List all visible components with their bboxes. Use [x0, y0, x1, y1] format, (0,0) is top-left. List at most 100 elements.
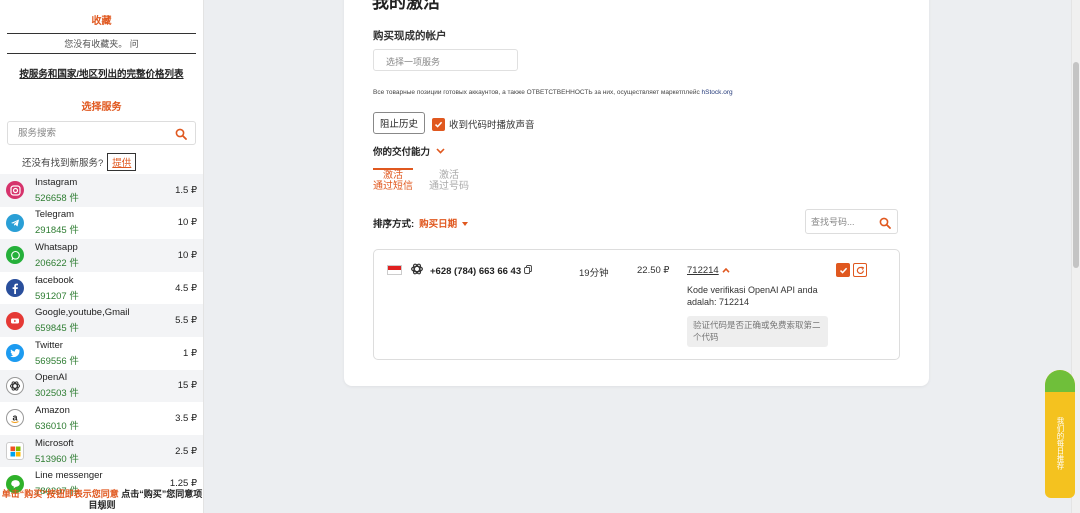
delivery-ability-toggle[interactable]: 你的交付能力 — [373, 144, 445, 158]
select-service-title: 选择服务 — [81, 102, 122, 113]
service-list: Instagram 526658 件 1.5 ₽ Telegram 291845 件… — [0, 174, 203, 500]
activation-tabs: 激活 通过短信 激活 通过号码 — [373, 168, 469, 192]
openai-icon — [6, 376, 24, 395]
svg-text:a: a — [12, 413, 18, 423]
marketplace-notice: Все товарные позиции готовых аккаунтов, … — [373, 89, 733, 96]
refresh-icon[interactable] — [853, 263, 867, 277]
tab-number-activation[interactable]: 激活 通过号码 — [429, 170, 469, 192]
amazon-icon: a — [6, 409, 24, 428]
search-icon[interactable] — [879, 216, 891, 234]
activations-card: 我的激活 购买现成的帐户 选择一项服务 Все товарные позиции… — [344, 0, 929, 386]
chevron-down-icon — [436, 146, 445, 157]
legal-notice-orange: 单击“购买”按钮即表示您同意 — [1, 489, 119, 499]
service-item-whatsapp[interactable]: Whatsapp 206622 件 10 ₽ — [0, 239, 203, 272]
sort-label: 排序方式: — [373, 219, 415, 230]
checkbox-checked-icon[interactable] — [432, 117, 445, 131]
service-name: Amazon — [35, 404, 70, 416]
service-price: 1.25 ₽ — [169, 478, 197, 490]
service-item-amazon[interactable]: a Amazon 636010 件 3.5 ₽ — [0, 402, 203, 435]
phone-number: +628 (784) 663 66 43 — [430, 265, 532, 277]
service-price: 1 ₽ — [183, 347, 197, 359]
block-history-button[interactable]: 阻止历史 — [373, 112, 426, 134]
price-list-link[interactable]: 按服务和国家/地区列出的完整价格列表 — [0, 66, 203, 80]
service-item-openai[interactable]: OpenAI 302503 件 15 ₽ — [0, 369, 203, 403]
activation-price: 22.50 ₽ — [637, 265, 670, 276]
service-price: 15 ₽ — [177, 380, 197, 392]
buy-account-title: 购买现成的帐户 — [373, 30, 447, 42]
microsoft-icon — [6, 442, 24, 461]
ability-label: 你的交付能力 — [373, 147, 431, 158]
twitter-icon — [6, 344, 24, 363]
instagram-icon — [6, 181, 24, 200]
caret-down-icon[interactable] — [462, 218, 469, 229]
sound-label: 收到代码时播放声音 — [449, 120, 535, 131]
favorites-empty-text: 您没有收藏夹。 问 — [7, 33, 196, 54]
sidebar: 收藏 您没有收藏夹。 问 按服务和国家/地区列出的完整价格列表 选择服务 还没有… — [0, 0, 204, 513]
tab-line2: 通过短信 — [373, 181, 413, 192]
service-name: Twitter — [35, 339, 63, 351]
phone-number-text: +628 (784) 663 66 43 — [430, 265, 522, 277]
service-name: Whatsapp — [35, 241, 78, 253]
activation-code[interactable]: 712214 — [687, 265, 730, 276]
service-count: 291845 件 — [35, 225, 79, 237]
suggest-service-button[interactable]: 提供 — [107, 153, 137, 171]
openai-icon — [410, 262, 424, 281]
service-price: 1.5 ₽ — [175, 184, 197, 196]
leaf-icon — [1045, 370, 1075, 392]
service-name: facebook — [35, 274, 74, 286]
notice-link[interactable]: hStock.org — [702, 89, 733, 96]
scrollbar-thumb[interactable] — [1073, 62, 1079, 268]
widget-text: 我们的每日推荐 — [1056, 416, 1065, 470]
daily-recommend-widget[interactable]: 我们的每日推荐 — [1045, 370, 1075, 498]
search-icon[interactable] — [175, 127, 187, 145]
service-count: 591207 件 — [35, 290, 79, 302]
facebook-icon — [6, 279, 24, 298]
sms-text: Kode verifikasi OpenAI API anda adalah: … — [687, 285, 818, 307]
service-name: Google,youtube,Gmail — [35, 307, 130, 319]
service-price: 10 ₽ — [177, 249, 197, 261]
number-search-box — [805, 209, 898, 234]
service-price: 2.5 ₽ — [175, 445, 197, 457]
confirm-check-icon[interactable] — [836, 263, 850, 277]
service-item-instagram[interactable]: Instagram 526658 件 1.5 ₽ — [0, 174, 203, 207]
service-price: 5.5 ₽ — [175, 315, 197, 327]
telegram-icon — [6, 213, 24, 232]
activation-code-text: 712214 — [687, 265, 719, 276]
activation-duration: 19分钟 — [579, 268, 609, 279]
service-item-google[interactable]: Google,youtube,Gmail 659845 件 5.5 ₽ — [0, 304, 203, 337]
legal-notice: 单击“购买”按钮即表示您同意 点击“购买”您同意项目规则 — [0, 489, 203, 511]
favorites-title: 收藏 — [91, 16, 112, 27]
service-price: 10 ₽ — [177, 217, 197, 229]
notice-text: Все товарные позиции готовых аккаунтов, … — [373, 89, 700, 96]
not-found-row: 还没有找到新服务? 提供 — [22, 153, 203, 171]
sort-dropdown[interactable]: 购买日期 — [419, 216, 457, 230]
youtube-icon — [6, 311, 24, 330]
whatsapp-icon — [6, 246, 24, 265]
tab-line2: 通过号码 — [429, 181, 469, 192]
service-item-facebook[interactable]: facebook 591207 件 4.5 ₽ — [0, 272, 203, 305]
sort-control: 排序方式: 购买日期 — [373, 216, 469, 230]
tab-line1: 激活 — [383, 170, 403, 181]
service-price: 3.5 ₽ — [175, 412, 197, 424]
chevron-up-icon[interactable] — [722, 265, 730, 276]
copy-icon[interactable] — [524, 265, 532, 277]
service-count: 659845 件 — [35, 323, 79, 335]
sound-toggle[interactable]: 收到代码时播放声音 — [432, 117, 535, 131]
service-name: OpenAI — [35, 372, 68, 384]
service-select[interactable]: 选择一项服务 — [373, 49, 518, 71]
not-found-text: 还没有找到新服务? — [22, 158, 104, 169]
tab-sms-activation[interactable]: 激活 通过短信 — [373, 168, 413, 192]
service-price: 4.5 ₽ — [175, 282, 197, 294]
service-item-microsoft[interactable]: Microsoft 513960 件 2.5 ₽ — [0, 434, 203, 468]
service-item-twitter[interactable]: Twitter 569556 件 1 ₽ — [0, 337, 203, 370]
service-item-telegram[interactable]: Telegram 291845 件 10 ₽ — [0, 207, 203, 240]
service-name: Telegram — [35, 209, 75, 221]
verify-code-note: 验证代码是否正确或免费索取第二个代码 — [687, 316, 828, 347]
service-search-input[interactable] — [8, 122, 195, 144]
service-count: 513960 件 — [35, 453, 79, 465]
service-count: 302503 件 — [35, 388, 79, 400]
service-count: 206622 件 — [35, 257, 79, 269]
tab-line1: 激活 — [439, 170, 459, 181]
service-name: Instagram — [35, 176, 78, 188]
service-name: Line messenger — [35, 470, 103, 482]
